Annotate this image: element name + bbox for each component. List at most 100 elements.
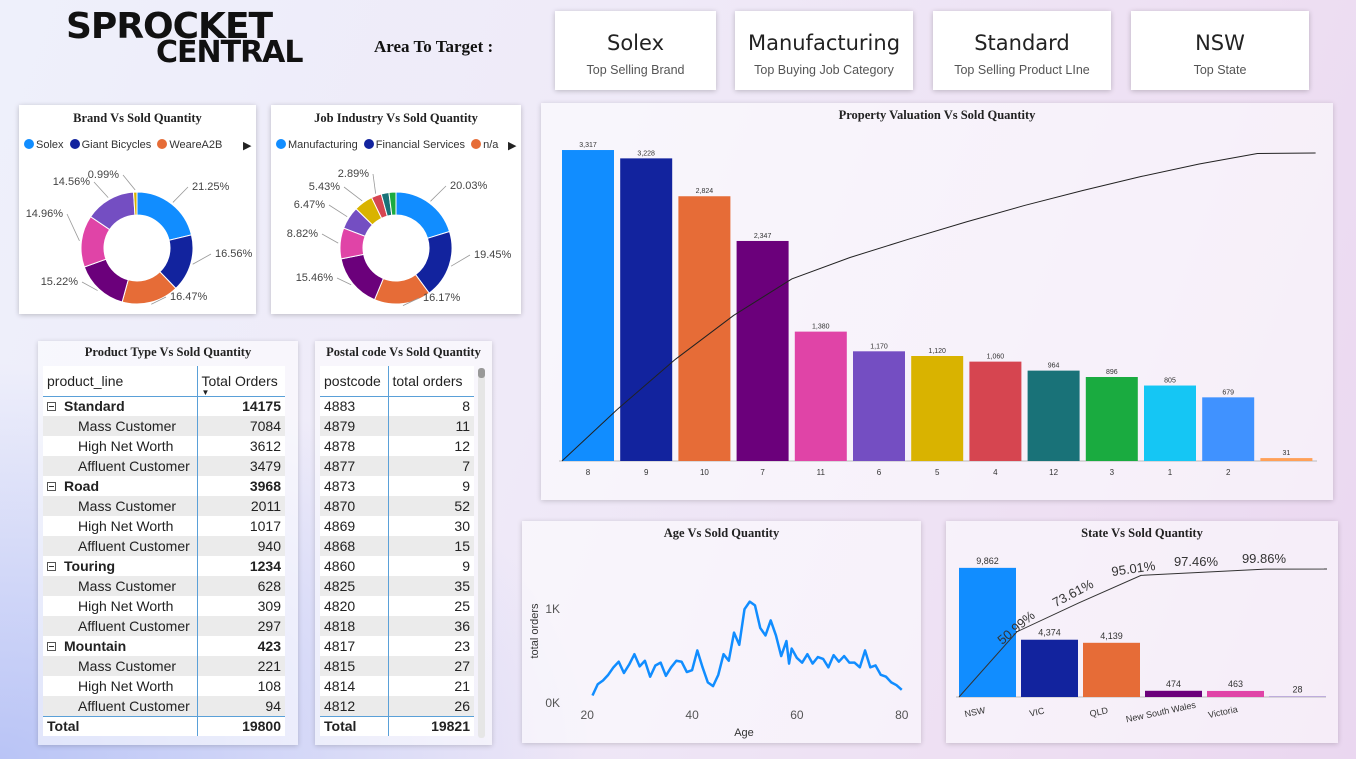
job-donut-chart: 20.03% 19.45% 16.17% 15.46% 8.82% 6.47% 5.43%2…	[287, 168, 512, 306]
table-row[interactable]: High Net Worth 108	[43, 676, 285, 696]
table-row[interactable]: 4825 35	[320, 576, 474, 596]
segment-value-cell: 297	[197, 616, 285, 636]
group-total-cell: 3968	[249, 478, 281, 494]
table-row[interactable]: Mass Customer 2011	[43, 496, 285, 516]
column-header-total-orders[interactable]: total orders	[388, 366, 474, 397]
legend-item[interactable]: Solex	[24, 139, 64, 151]
data-label: 2,824	[696, 188, 714, 195]
collapse-icon[interactable]	[47, 642, 56, 651]
legend-next-arrow-icon[interactable]: ▶	[243, 139, 251, 152]
legend-next-arrow-icon[interactable]: ▶	[508, 139, 516, 152]
data-label: 1,060	[987, 354, 1005, 361]
group-name-cell: Touring	[43, 556, 198, 576]
kpi-caption: Top Selling Product LIne	[954, 63, 1090, 77]
data-label: 19.45%	[474, 249, 512, 261]
orders-cell: 30	[454, 518, 470, 534]
total-label: Total	[43, 715, 198, 736]
data-label: 14.56%	[53, 176, 91, 188]
table-row[interactable]: High Net Worth 3612	[43, 436, 285, 456]
orders-cell: 9	[462, 478, 470, 494]
bar	[1083, 642, 1140, 697]
age-line-chart: 20 40 60 80 0K 1K Age total orders	[529, 600, 909, 739]
data-label: 4,139	[1100, 631, 1123, 641]
logo: SPROCKET CENTRAL	[66, 9, 304, 68]
x-tick-label: 11	[817, 468, 826, 477]
table-row[interactable]: Standard 14175	[43, 396, 285, 416]
legend-item[interactable]: WeareA2B	[157, 139, 222, 151]
postal-table-scrollbar[interactable]	[478, 368, 485, 738]
table-row[interactable]: 4817 23	[320, 636, 474, 656]
table-row[interactable]: 4877 7	[320, 456, 474, 476]
table-row[interactable]: 4873 9	[320, 476, 474, 496]
table-row[interactable]: Mountain 423	[43, 636, 285, 656]
total-label: Total	[320, 715, 389, 736]
bar	[1027, 370, 1080, 461]
table-row[interactable]: Mass Customer 628	[43, 576, 285, 596]
leader-line	[172, 186, 189, 203]
x-tick-label: 80	[895, 708, 909, 722]
table-row[interactable]: 4815 27	[320, 656, 474, 676]
panel-title: Job Industry Vs Sold Quantity	[314, 111, 478, 125]
table-row[interactable]: Affluent Customer 94	[43, 696, 285, 716]
orders-cell: 27	[388, 656, 474, 676]
table-row[interactable]: 4814 21	[320, 676, 474, 696]
orders-cell: 23	[454, 638, 470, 654]
table-row[interactable]: Mass Customer 7084	[43, 416, 285, 436]
x-tick-label: 9	[644, 468, 649, 477]
table-row[interactable]: 4869 30	[320, 516, 474, 536]
segment-value-cell: 3612	[249, 438, 281, 454]
collapse-icon[interactable]	[47, 562, 56, 571]
orders-cell: 11	[388, 416, 474, 436]
kpi-card-brand[interactable]: Solex Top Selling Brand	[555, 11, 716, 90]
column-header-product-line[interactable]: product_line	[43, 366, 198, 397]
table-row[interactable]: High Net Worth 309	[43, 596, 285, 616]
table-row[interactable]: 4879 11	[320, 416, 474, 436]
legend-item[interactable]: Manufacturing	[276, 139, 358, 151]
table-row[interactable]: Affluent Customer 3479	[43, 456, 285, 476]
table-row[interactable]: High Net Worth 1017	[43, 516, 285, 536]
scrollbar-thumb[interactable]	[478, 368, 485, 378]
collapse-icon[interactable]	[47, 482, 56, 491]
collapse-icon[interactable]	[47, 402, 56, 412]
bar	[1260, 458, 1313, 461]
column-header-total-orders[interactable]: Total Orders ▼	[197, 366, 285, 397]
job-legend: Manufacturing Financial Services n/a	[276, 139, 501, 151]
postcode-cell: 4815	[320, 656, 389, 676]
column-header-postcode[interactable]: postcode	[320, 366, 389, 397]
panel-title: Brand Vs Sold Quantity	[73, 111, 202, 125]
legend-item[interactable]: Financial Services	[363, 139, 465, 151]
table-row[interactable]: Mass Customer 221	[43, 656, 285, 676]
data-label: 15.46%	[296, 272, 334, 284]
legend-item[interactable]: n/a	[471, 139, 498, 151]
table-row[interactable]: 4868 15	[320, 536, 474, 556]
brand-legend: Solex Giant Bicycles WeareA2B	[24, 139, 225, 151]
table-row[interactable]: Affluent Customer 297	[43, 616, 285, 636]
data-label: 964	[1048, 363, 1060, 370]
kpi-card-product-line[interactable]: Standard Top Selling Product LIne	[933, 11, 1111, 90]
data-label: 3,317	[579, 142, 597, 149]
y-tick-label: 1K	[545, 602, 560, 616]
state-bar-chart: 9,862 NSW 4,374 VIC 4,139 QLD 474 New South Wal…	[956, 551, 1328, 724]
x-tick-label: 7	[760, 468, 765, 477]
x-tick-label: 10	[700, 468, 709, 477]
table-row[interactable]: 4820 25	[320, 596, 474, 616]
legend-label: Solex	[36, 139, 64, 151]
table-row[interactable]: 4870 52	[320, 496, 474, 516]
table-row[interactable]: Road 3968	[43, 476, 285, 496]
data-label: 16.56%	[215, 248, 253, 260]
legend-item[interactable]: Giant Bicycles	[69, 139, 151, 151]
table-row[interactable]: 4818 36	[320, 616, 474, 636]
segment-value-cell: 2011	[197, 496, 285, 516]
segment-value-cell: 7084	[197, 416, 285, 436]
data-label: 5.43%	[309, 181, 340, 193]
table-row[interactable]: 4878 12	[320, 436, 474, 456]
table-row[interactable]: Touring 1234	[43, 556, 285, 576]
y-axis-title: total orders	[529, 603, 541, 659]
table-row[interactable]: 4883 8	[320, 396, 474, 416]
table-row[interactable]: Affluent Customer 940	[43, 536, 285, 556]
kpi-card-state[interactable]: NSW Top State	[1131, 11, 1309, 90]
kpi-card-job[interactable]: Manufacturing Top Buying Job Category	[735, 11, 913, 90]
table-row[interactable]: 4860 9	[320, 556, 474, 576]
leader-line	[66, 213, 80, 241]
table-row[interactable]: 4812 26	[320, 696, 474, 716]
